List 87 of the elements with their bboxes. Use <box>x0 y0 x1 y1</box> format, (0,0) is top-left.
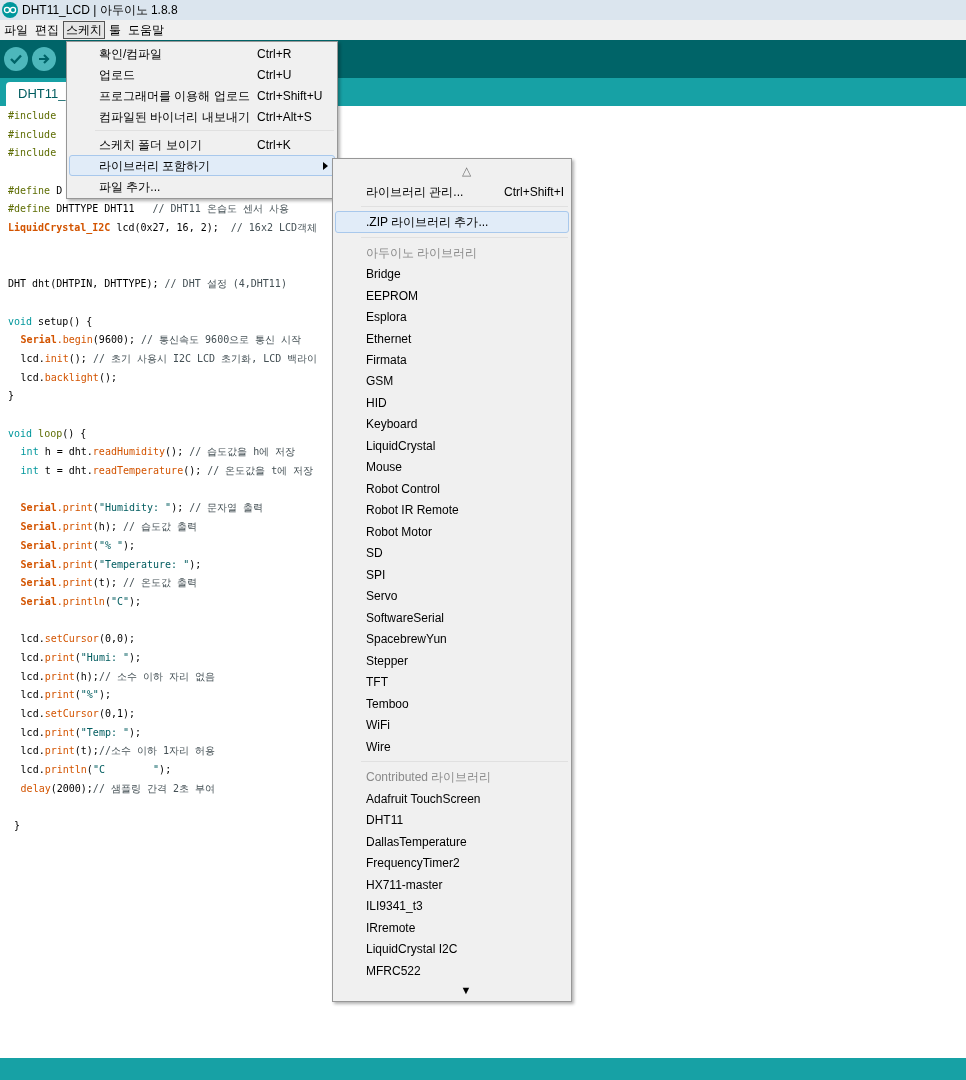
code-line: Serial.begin(9600); // 통신속도 9600으로 통신 시작 <box>20 333 302 348</box>
menu-item[interactable]: ILI9341_t3 <box>335 895 569 917</box>
verify-button[interactable] <box>4 47 28 71</box>
menu-item[interactable]: 라이브러리 관리... Ctrl+Shift+I <box>335 180 569 203</box>
menu-item[interactable]: DHT11 <box>335 809 569 831</box>
section-header: 아두이노 라이브러리 <box>365 244 479 262</box>
upload-button[interactable] <box>32 47 56 71</box>
code-line: lcd.print(t);//소수 이하 1자리 허용 <box>20 744 215 759</box>
checkmark-icon <box>10 54 22 64</box>
menu-item[interactable]: SoftwareSerial <box>335 607 569 629</box>
code-line: #include <box>8 127 57 142</box>
menu-item[interactable]: Stepper <box>335 650 569 672</box>
menu-item[interactable]: LiquidCrystal <box>335 435 569 457</box>
arduino-logo-icon <box>2 2 18 18</box>
code-line: #include <box>8 109 57 123</box>
code-line: Serial.print("Temperature: "); <box>20 557 202 572</box>
menu-item[interactable]: Robot IR Remote <box>335 499 569 522</box>
menu-item[interactable]: SD <box>335 542 569 565</box>
code-line: Serial.println("C"); <box>20 594 142 609</box>
menu[interactable]: 스케치 <box>63 21 105 39</box>
code-line: lcd.print("Humi: "); <box>20 650 142 665</box>
scroll-down-arrow[interactable]: ▼ <box>460 982 472 999</box>
menu-item[interactable]: 업로드 Ctrl+U <box>69 64 335 85</box>
menu-item[interactable]: WiFi <box>335 714 569 736</box>
code-line: Serial.print("% "); <box>20 538 135 553</box>
code-line: } <box>8 389 15 404</box>
submenu-arrow-icon <box>323 161 328 170</box>
arrow-right-icon <box>38 54 50 64</box>
menu-item[interactable]: 확인/컴파일 Ctrl+R <box>69 43 335 64</box>
code-line: LiquidCrystal_I2C lcd(0x27, 16, 2); // 16x2 LCD객체 <box>8 221 317 236</box>
code-line: Serial.print(h); // 습도값 출력 <box>20 520 198 535</box>
code-line: lcd.setCursor(0,1); <box>20 707 135 721</box>
code-line: Serial.print(t); // 온도값 출력 <box>20 576 198 591</box>
code-line: int t = dht.readTemperature(); // 온도값을 t에 저장 <box>20 464 314 479</box>
menu-item[interactable]: LiquidCrystal I2C <box>335 938 569 960</box>
menu-item[interactable]: SPI <box>335 564 569 586</box>
menu-item[interactable]: MFRC522 <box>335 959 569 982</box>
menu[interactable]: 편집 <box>32 21 62 39</box>
menu-item[interactable]: Keyboard <box>335 413 569 436</box>
window-title: DHT11_LCD | 아두이노 1.8.8 <box>22 2 178 19</box>
code-line: int h = dht.readHumidity(); // 습도값을 h에 저장 <box>20 445 296 460</box>
section-header: Contributed 라이브러리 <box>365 769 493 787</box>
menu-item[interactable]: 스케치 폴더 보이기 Ctrl+K <box>69 134 335 155</box>
menu[interactable]: 툴 <box>106 21 124 39</box>
menu-item[interactable]: Ethernet <box>335 327 569 350</box>
menu-item[interactable]: Bridge <box>335 263 569 285</box>
menu-item[interactable]: Servo <box>335 585 569 608</box>
menu-item[interactable]: Esplora <box>335 306 569 328</box>
code-line: lcd.setCursor(0,0); <box>20 632 135 647</box>
menu-item[interactable]: GSM <box>335 370 569 393</box>
code-line: lcd.print("Temp: "); <box>20 725 142 740</box>
menu[interactable]: 파일 <box>1 21 31 39</box>
code-line: DHT dht(DHTPIN, DHTTYPE); // DHT 설정 (4,DHT11) <box>8 277 287 292</box>
scroll-up-arrow[interactable]: △ <box>461 161 471 180</box>
code-line: void loop() { <box>8 426 87 441</box>
menu-item[interactable]: IRremote <box>335 916 569 939</box>
code-line: void setup() { <box>8 314 93 329</box>
menu-item[interactable]: SpacebrewYun <box>335 628 569 651</box>
menu-item[interactable]: Firmata <box>335 349 569 371</box>
code-line: #define DHTTYPE DHT11 // DHT11 온습도 센서 사용 <box>8 202 289 217</box>
menu-item[interactable]: Robot Control <box>335 478 569 500</box>
menu-item[interactable]: 파일 추가... <box>69 176 335 197</box>
menu-item[interactable]: 라이브러리 포함하기 <box>69 155 335 176</box>
menu-item[interactable]: Adafruit TouchScreen <box>335 787 569 810</box>
menu-item[interactable]: HX711-master <box>335 873 569 896</box>
menu-item[interactable]: Wire <box>335 736 569 758</box>
code-line: lcd.print("%"); <box>20 688 111 703</box>
code-line: lcd.println("C "); <box>20 763 172 778</box>
menu-item[interactable]: Temboo <box>335 693 569 715</box>
menu-item[interactable]: 컴파일된 바이너리 내보내기 Ctrl+Alt+S <box>69 106 335 127</box>
code-line: Serial.print("Humidity: "); // 문자열 출력 <box>20 501 264 516</box>
menu-item[interactable]: DallasTemperature <box>335 830 569 853</box>
code-line: #define D <box>8 183 63 198</box>
menu-item[interactable]: EEPROM <box>335 284 569 307</box>
menu-item[interactable]: Robot Motor <box>335 521 569 543</box>
menu[interactable]: 도움말 <box>125 21 167 39</box>
code-line: } <box>13 819 21 834</box>
code-line: delay(2000);// 샘플링 간격 2초 부여 <box>20 781 215 796</box>
menu-item[interactable]: TFT <box>335 671 569 693</box>
code-line: #include <box>8 146 57 161</box>
code-line: lcd.print(h);// 소수 이하 자리 없음 <box>20 669 215 684</box>
menu-item[interactable]: Mouse <box>335 456 569 479</box>
code-line: lcd.init(); // 초기 사용시 I2C LCD 초기화, LCD 백라이 <box>20 351 318 366</box>
menu-item[interactable]: HID <box>335 392 569 414</box>
menu-item[interactable]: FrequencyTimer2 <box>335 852 569 874</box>
code-line: lcd.backlight(); <box>20 370 117 385</box>
menu-item[interactable]: .ZIP 라이브러리 추가... <box>335 211 569 233</box>
